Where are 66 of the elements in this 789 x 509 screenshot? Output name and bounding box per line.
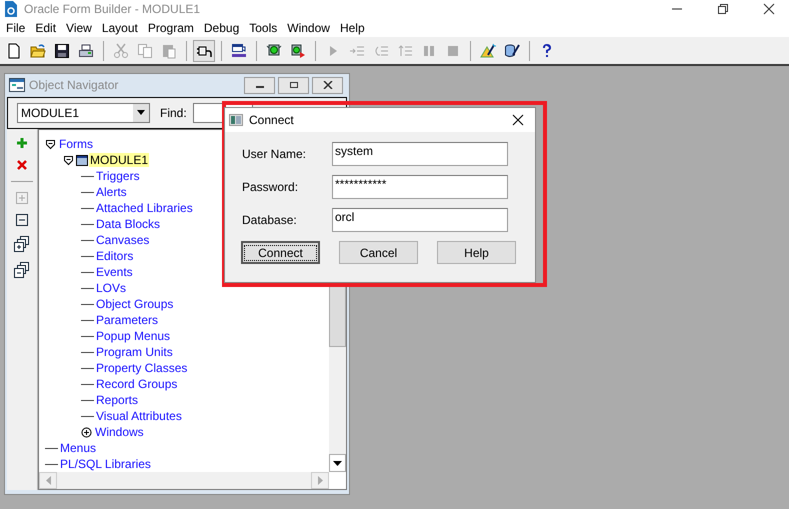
field-label: Database: [242,213,298,227]
tree-item[interactable]: PL/SQL Libraries [59,457,152,471]
collapse-all-icon[interactable] [14,262,30,278]
restore-icon[interactable] [717,3,729,15]
menu-item[interactable]: Edit [31,20,62,34]
dialog-button[interactable]: Help [437,241,516,264]
field-label: Password: [242,180,300,194]
tree-item[interactable]: MODULE1 [89,153,150,167]
menu-item[interactable]: View [62,20,98,34]
menu-item[interactable]: Debug [200,20,246,34]
window-icon [229,114,243,126]
input-field[interactable]: orcl [332,208,508,232]
collapse-toggle-icon[interactable] [45,138,56,150]
close-icon [322,81,332,90]
menu-item[interactable]: Window [283,20,336,34]
tree-item[interactable]: Record Groups [95,377,178,391]
plug-icon[interactable] [193,40,215,62]
find-label: Find: [160,106,187,120]
tree-item[interactable]: Menus [59,441,98,455]
menu-item[interactable]: Help [336,20,371,34]
menu-item[interactable]: Layout [98,20,144,34]
tree-item[interactable]: Windows [94,425,145,439]
window-title: Oracle Form Builder - MODULE1 [24,2,200,16]
tree-item[interactable]: Reports [95,393,140,407]
menu-item[interactable]: Program [144,20,200,34]
dialog-button[interactable]: Cancel [339,241,418,264]
tree-item[interactable]: Data Blocks [95,217,162,231]
window-title: Object Navigator [29,78,118,92]
field-label: User Name: [242,147,308,161]
module-icon [76,154,88,166]
tree-item[interactable]: Triggers [95,169,141,183]
tree-item[interactable]: Forms [58,137,94,151]
delete-icon[interactable] [16,159,28,171]
collapse-icon[interactable] [16,214,28,226]
tree-item[interactable]: Editors [95,249,134,263]
maximize-button[interactable] [278,76,309,94]
tree-item[interactable]: Attached Libraries [95,201,194,215]
input-field[interactable]: system [332,142,508,166]
tree-item[interactable]: Parameters [95,313,160,327]
input-field[interactable]: *********** [332,175,508,199]
tree-item[interactable]: Property Classes [95,361,188,375]
maximize-icon [288,81,298,90]
tree-item[interactable]: Program Units [95,345,174,359]
dialog-title: Connect [249,113,294,127]
close-icon[interactable] [512,114,524,126]
menu-item[interactable]: Tools [245,20,284,34]
close-icon[interactable] [763,3,775,15]
minimize-button[interactable] [244,76,275,94]
dialog-button[interactable]: Connect [241,241,320,264]
tree-item[interactable]: Popup Menus [95,329,172,343]
scroll-down-icon[interactable] [333,460,342,466]
navigator-icon [9,78,25,92]
close-button[interactable] [312,76,343,94]
plus-icon[interactable] [16,137,28,149]
module-dropdown[interactable]: MODULE1 [17,102,150,123]
tree-item[interactable]: Object Groups [95,297,174,311]
menu-item[interactable]: File [2,20,32,34]
collapse-toggle-icon[interactable] [63,154,74,166]
tree-item[interactable]: Visual Attributes [95,409,183,423]
tree-item[interactable]: LOVs [95,281,128,295]
dropdown-arrow-icon[interactable] [137,110,145,116]
tree-item[interactable]: Canvases [95,233,150,247]
expand-all-icon[interactable] [14,236,30,252]
expand-toggle-icon[interactable] [81,426,92,438]
tree-item[interactable]: Events [95,265,134,279]
tree-item[interactable]: Alerts [95,185,128,199]
